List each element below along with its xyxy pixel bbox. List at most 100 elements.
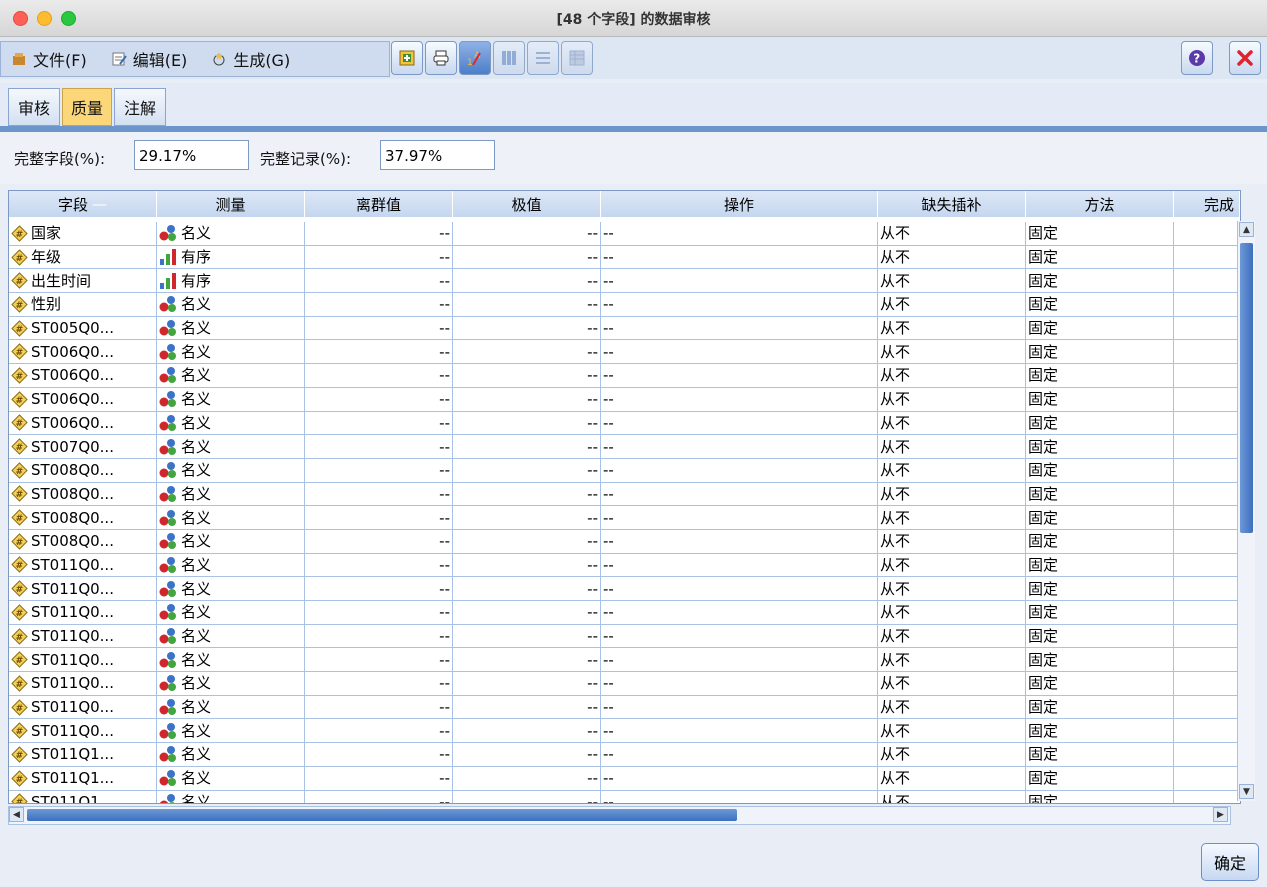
table-row[interactable]: # ST007Q0... 名义 -- -- -- 从不 固定 xyxy=(9,435,1240,459)
cell-method[interactable]: 固定 xyxy=(1026,293,1174,316)
cell-method[interactable]: 固定 xyxy=(1026,222,1174,245)
tab-audit[interactable]: 审核 xyxy=(8,88,60,126)
cell-impute[interactable]: 从不 xyxy=(878,387,1026,411)
cell-action[interactable]: -- xyxy=(601,269,878,293)
cell-method[interactable]: 固定 xyxy=(1026,672,1174,695)
cell-action[interactable]: -- xyxy=(601,293,878,316)
cell-action[interactable]: -- xyxy=(601,624,878,648)
help-button[interactable]: ? xyxy=(1181,41,1213,75)
cell-impute[interactable]: 从不 xyxy=(878,411,1026,435)
cell-action[interactable]: -- xyxy=(601,719,878,743)
cell-action[interactable]: -- xyxy=(601,222,878,245)
cell-method[interactable]: 固定 xyxy=(1026,269,1174,293)
cell-impute[interactable]: 从不 xyxy=(878,695,1026,719)
cell-impute[interactable]: 从不 xyxy=(878,293,1026,316)
cell-impute[interactable]: 从不 xyxy=(878,245,1026,269)
table-row[interactable]: # ST008Q0... 名义 -- -- -- 从不 固定 xyxy=(9,506,1240,530)
cell-action[interactable]: -- xyxy=(601,340,878,364)
horizontal-scroll-thumb[interactable] xyxy=(27,809,737,821)
cell-action[interactable]: -- xyxy=(601,482,878,506)
cell-method[interactable]: 固定 xyxy=(1026,482,1174,506)
cell-method[interactable]: 固定 xyxy=(1026,601,1174,624)
vertical-scroll-thumb[interactable] xyxy=(1240,243,1253,533)
scroll-left-arrow[interactable]: ◀ xyxy=(9,807,24,822)
cell-impute[interactable]: 从不 xyxy=(878,316,1026,340)
cell-action[interactable]: -- xyxy=(601,316,878,340)
cell-impute[interactable]: 从不 xyxy=(878,435,1026,458)
cell-impute[interactable]: 从不 xyxy=(878,766,1026,790)
cell-method[interactable]: 固定 xyxy=(1026,624,1174,648)
cell-method[interactable]: 固定 xyxy=(1026,743,1174,766)
table-row[interactable]: # ST011Q0... 名义 -- -- -- 从不 固定 xyxy=(9,577,1240,601)
table-row[interactable]: # ST008Q0... 名义 -- -- -- 从不 固定 xyxy=(9,482,1240,507)
cell-impute[interactable]: 从不 xyxy=(878,672,1026,695)
col-header-impute-missing[interactable]: 缺失插补 xyxy=(878,191,1026,219)
close-button[interactable] xyxy=(1229,41,1261,75)
table-row[interactable]: # ST011Q0... 名义 -- -- -- 从不 固定 xyxy=(9,695,1240,720)
table-button[interactable] xyxy=(561,41,593,75)
menu-file[interactable]: 文件(F) xyxy=(11,47,87,71)
columns-button[interactable] xyxy=(493,41,525,75)
table-row[interactable]: # 出生时间 有序 -- -- -- 从不 固定 xyxy=(9,269,1240,294)
cell-action[interactable]: -- xyxy=(601,387,878,411)
cell-method[interactable]: 固定 xyxy=(1026,766,1174,790)
cell-impute[interactable]: 从不 xyxy=(878,743,1026,766)
col-header-field[interactable]: 字段 — xyxy=(9,191,157,219)
cell-impute[interactable]: 从不 xyxy=(878,577,1026,600)
col-header-method[interactable]: 方法 xyxy=(1026,191,1174,219)
cell-impute[interactable]: 从不 xyxy=(878,482,1026,506)
table-row[interactable]: # ST011Q0... 名义 -- -- -- 从不 固定 xyxy=(9,553,1240,578)
cell-impute[interactable]: 从不 xyxy=(878,222,1026,245)
table-row[interactable]: # ST011Q1... 名义 -- -- -- 从不 固定 xyxy=(9,743,1240,767)
table-row[interactable]: # ST011Q1... 名义 -- -- -- 从不 固定 xyxy=(9,766,1240,791)
cell-impute[interactable]: 从不 xyxy=(878,553,1026,577)
table-row[interactable]: # 年级 有序 -- -- -- 从不 固定 xyxy=(9,245,1240,270)
cell-action[interactable]: -- xyxy=(601,553,878,577)
cell-method[interactable]: 固定 xyxy=(1026,719,1174,743)
cell-impute[interactable]: 从不 xyxy=(878,648,1026,672)
table-row[interactable]: # ST006Q0... 名义 -- -- -- 从不 固定 xyxy=(9,340,1240,365)
cell-method[interactable]: 固定 xyxy=(1026,529,1174,553)
export-button[interactable] xyxy=(391,41,423,75)
table-row[interactable]: # ST006Q0... 名义 -- -- -- 从不 固定 xyxy=(9,387,1240,412)
cell-method[interactable]: 固定 xyxy=(1026,577,1174,600)
table-row[interactable]: # 国家 名义 -- -- -- 从不 固定 xyxy=(9,222,1240,246)
cell-action[interactable]: -- xyxy=(601,743,878,766)
table-row[interactable]: # ST006Q0... 名义 -- -- -- 从不 固定 xyxy=(9,364,1240,388)
horizontal-scrollbar[interactable]: ◀ ▶ xyxy=(8,806,1231,825)
cell-impute[interactable]: 从不 xyxy=(878,364,1026,387)
col-header-action[interactable]: 操作 xyxy=(601,191,878,219)
cell-method[interactable]: 固定 xyxy=(1026,316,1174,340)
table-row[interactable]: # ST011Q1... 名义 -- -- -- 从不 固定 xyxy=(9,790,1240,803)
cell-action[interactable]: -- xyxy=(601,435,878,458)
table-row[interactable]: # ST011Q0... 名义 -- -- -- 从不 固定 xyxy=(9,624,1240,649)
cell-impute[interactable]: 从不 xyxy=(878,624,1026,648)
ok-button[interactable]: 确定 xyxy=(1201,843,1259,881)
cell-action[interactable]: -- xyxy=(601,458,878,482)
cell-action[interactable]: -- xyxy=(601,411,878,435)
table-row[interactable]: # ST005Q0... 名义 -- -- -- 从不 固定 xyxy=(9,316,1240,341)
vertical-scrollbar[interactable]: ▲ ▼ xyxy=(1237,221,1255,801)
cell-method[interactable]: 固定 xyxy=(1026,411,1174,435)
table-row[interactable]: # ST006Q0... 名义 -- -- -- 从不 固定 xyxy=(9,411,1240,436)
cell-action[interactable]: -- xyxy=(601,601,878,624)
cell-method[interactable]: 固定 xyxy=(1026,553,1174,577)
cell-method[interactable]: 固定 xyxy=(1026,435,1174,458)
col-header-measure[interactable]: 测量 xyxy=(157,191,305,219)
cell-action[interactable]: -- xyxy=(601,766,878,790)
cell-method[interactable]: 固定 xyxy=(1026,364,1174,387)
table-row[interactable]: # ST011Q0... 名义 -- -- -- 从不 固定 xyxy=(9,601,1240,625)
cell-action[interactable]: -- xyxy=(601,648,878,672)
sort-button[interactable]: 1A xyxy=(459,41,491,75)
cell-impute[interactable]: 从不 xyxy=(878,458,1026,482)
cell-impute[interactable]: 从不 xyxy=(878,269,1026,293)
cell-action[interactable]: -- xyxy=(601,577,878,600)
cell-impute[interactable]: 从不 xyxy=(878,601,1026,624)
table-row[interactable]: # ST008Q0... 名义 -- -- -- 从不 固定 xyxy=(9,458,1240,483)
table-row[interactable]: # ST011Q0... 名义 -- -- -- 从不 固定 xyxy=(9,648,1240,673)
cell-action[interactable]: -- xyxy=(601,364,878,387)
cell-impute[interactable]: 从不 xyxy=(878,529,1026,553)
cell-action[interactable]: -- xyxy=(601,245,878,269)
cell-method[interactable]: 固定 xyxy=(1026,506,1174,529)
scroll-up-arrow[interactable]: ▲ xyxy=(1239,222,1254,237)
